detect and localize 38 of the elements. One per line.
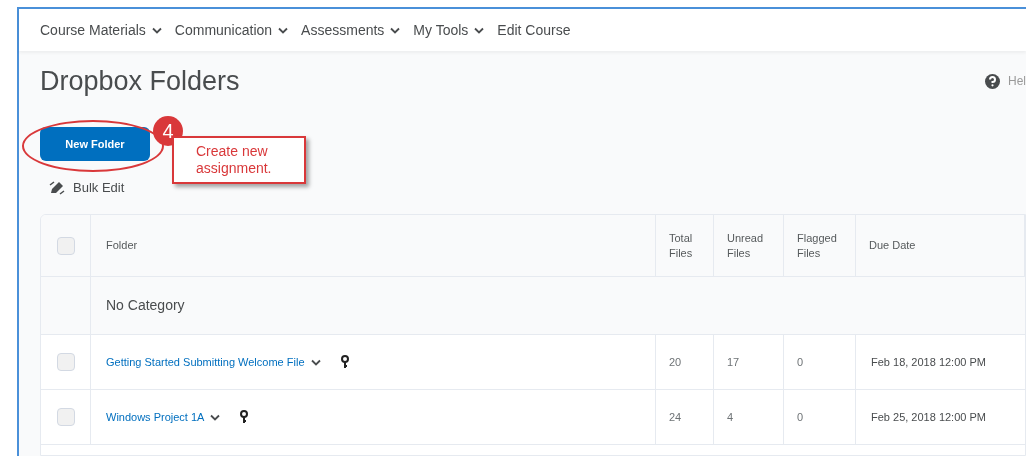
table-cell: 20 — [656, 335, 714, 390]
nav-menu-item[interactable]: Course Materials — [40, 19, 162, 41]
chevron-down-icon — [390, 26, 401, 34]
folder-link[interactable]: Getting Started Submitting Welcome File — [106, 353, 305, 371]
key-icon — [340, 355, 349, 369]
nav-menu-item[interactable]: My Tools — [413, 19, 485, 41]
table-cell: 0 — [784, 335, 856, 390]
checkbox[interactable] — [56, 236, 75, 255]
nav-menu-item[interactable]: Communication — [174, 19, 289, 41]
chevron-down-icon — [310, 358, 321, 366]
table-cell: Feb 18, 2018 12:00 PM — [856, 335, 1025, 390]
callout-box: Create new assignment. — [172, 136, 306, 184]
chevron-down-icon — [474, 26, 485, 34]
column-header: Unread Files — [714, 215, 784, 277]
category-heading: No Category — [91, 277, 1025, 335]
pencil-icon — [49, 181, 65, 195]
table-cell: 24 — [656, 390, 714, 445]
table-cell: 0 — [784, 390, 856, 445]
nav-menu-item[interactable]: Edit Course — [497, 19, 571, 41]
table-cell: 4 — [714, 390, 784, 445]
column-header: Due Date — [856, 215, 1025, 277]
chevron-down-icon — [151, 26, 162, 34]
column-header: Total Files — [656, 215, 714, 277]
bulk-edit-button[interactable]: Bulk Edit — [73, 178, 125, 198]
page-title: Dropbox Folders — [40, 65, 240, 98]
folder-link[interactable]: Windows Project 1A — [106, 408, 205, 426]
chevron-down-icon — [278, 26, 289, 34]
checkbox[interactable] — [56, 353, 75, 371]
table-cell: Feb 25, 2018 12:00 PM — [856, 390, 1025, 445]
help-icon — [985, 73, 1000, 89]
column-header: Folder — [91, 215, 656, 277]
table-cell: 17 — [714, 335, 784, 390]
new-folder-button[interactable]: New Folder — [40, 127, 150, 161]
nav-menu-item[interactable]: Assessments — [301, 19, 401, 41]
key-icon — [240, 410, 249, 424]
checkbox[interactable] — [56, 408, 75, 426]
column-header: Flagged Files — [784, 215, 856, 277]
chevron-down-icon — [210, 413, 221, 421]
